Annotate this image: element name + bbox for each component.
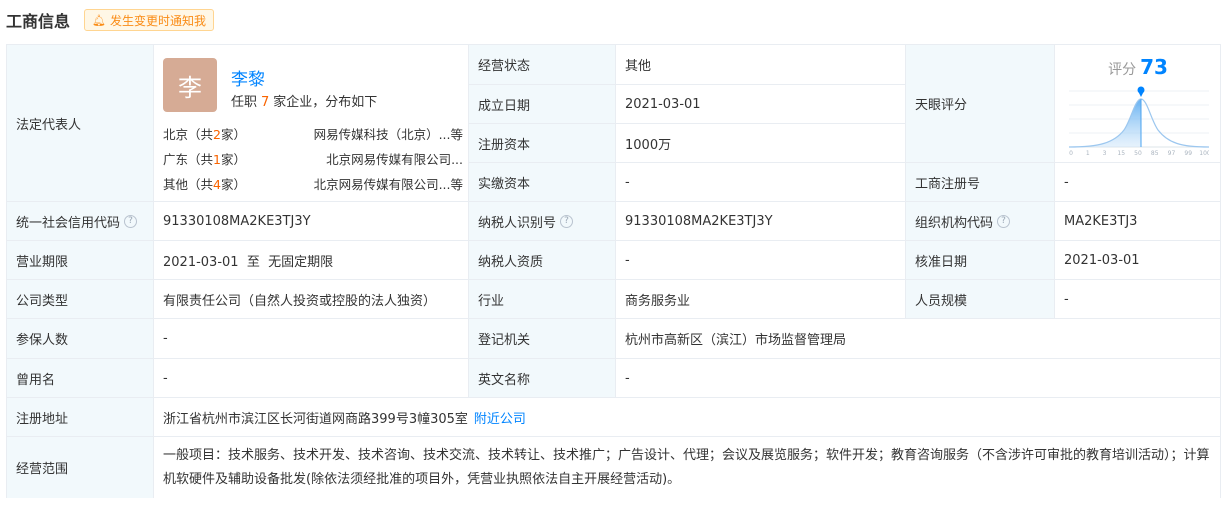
insured-label: 参保人数	[7, 319, 154, 359]
business-term-label: 营业期限	[7, 241, 154, 280]
scope-value: 一般项目：技术服务、技术开发、技术咨询、技术交流、技术转让、技术推广；广告设计、…	[154, 437, 1221, 498]
taxpayer-qual-value: -	[616, 241, 906, 280]
reg-no-label: 工商注册号	[906, 163, 1055, 202]
status-value: 其他	[616, 45, 906, 85]
taxpayer-qual-label: 纳税人资质	[469, 241, 616, 280]
section-header: 工商信息 🔔︎ 发生变更时通知我	[6, 8, 214, 32]
approval-date-label: 核准日期	[906, 241, 1055, 280]
former-name-value: -	[154, 359, 469, 398]
company-type-label: 公司类型	[7, 280, 154, 319]
score-tick-label: 99	[1184, 150, 1192, 157]
score-value: 73	[1140, 55, 1168, 79]
help-icon[interactable]: ?	[997, 214, 1011, 228]
notify-label: 发生变更时通知我	[109, 13, 206, 28]
legal-rep-panel: 李 李黎 任职 7 家企业，分布如下 北京（共2家） 网易传媒科技（北京）...等 …	[154, 45, 469, 202]
legal-rep-label: 法定代表人	[7, 45, 154, 202]
reg-capital-label: 注册资本	[469, 124, 616, 163]
bell-icon: 🔔︎	[92, 13, 106, 27]
english-name-value: -	[616, 359, 1221, 398]
staff-size-value: -	[1055, 280, 1221, 319]
nearby-companies-link[interactable]: 附近公司	[474, 408, 526, 427]
distribution-company[interactable]: 北京网易传媒有限公司...等	[283, 174, 463, 193]
taxpayer-id-label: 纳税人识别号?	[469, 202, 616, 241]
score-tick-label: 15	[1117, 150, 1125, 157]
score-tick-label: 85	[1151, 150, 1159, 157]
industry-value: 商务服务业	[616, 280, 906, 319]
score-tick-label: 1	[1086, 150, 1090, 157]
approval-date-value: 2021-03-01	[1055, 241, 1221, 280]
score-distribution-chart: 0 1 3 15 50 85 97 99 100	[1069, 86, 1209, 157]
score-area-fill	[1069, 99, 1141, 147]
distribution-row[interactable]: 其他（共4家） 北京网易传媒有限公司...等	[163, 174, 463, 192]
former-name-label: 曾用名	[7, 359, 154, 398]
positions-summary: 任职 7 家企业，分布如下	[231, 95, 378, 110]
taxpayer-id-value: 91330108MA2KE3TJ3Y	[616, 202, 906, 241]
industry-label: 行业	[469, 280, 616, 319]
reg-no-value: -	[1055, 163, 1221, 202]
address-cell: 浙江省杭州市滨江区长河街道网商路399号3幢305室 附近公司	[154, 398, 1221, 437]
distribution-company[interactable]: 北京网易传媒有限公司...	[283, 149, 463, 168]
found-date-value: 2021-03-01	[616, 85, 906, 124]
score-tick-label: 97	[1168, 150, 1176, 157]
status-label: 经营状态	[469, 45, 616, 85]
reg-authority-label: 登记机关	[469, 319, 616, 359]
scope-label: 经营范围	[7, 437, 154, 498]
org-code-value: MA2KE3TJ3	[1055, 202, 1221, 241]
english-name-label: 英文名称	[469, 359, 616, 398]
staff-size-label: 人员规模	[906, 280, 1055, 319]
credit-code-value: 91330108MA2KE3TJ3Y	[154, 202, 469, 241]
score-tick-label: 3	[1103, 150, 1107, 157]
section-title: 工商信息	[6, 12, 71, 31]
score-tick-label: 100	[1199, 150, 1209, 157]
insured-value: -	[154, 319, 469, 359]
reg-authority-value: 杭州市高新区（滨江）市场监督管理局	[616, 319, 1221, 359]
score-tick-label: 0	[1069, 150, 1073, 157]
paid-capital-label: 实缴资本	[469, 163, 616, 202]
tianyan-score-label: 天眼评分	[906, 45, 1055, 163]
distribution-company[interactable]: 网易传媒科技（北京）...等	[283, 124, 463, 143]
business-info-table: 法定代表人 李 李黎 任职 7 家企业，分布如下 北京（共2家） 网易传媒科技（北京…	[6, 44, 1221, 498]
score-tick-label: 50	[1134, 150, 1142, 157]
credit-code-label: 统一社会信用代码?	[7, 202, 154, 241]
distribution-row[interactable]: 北京（共2家） 网易传媒科技（北京）...等	[163, 124, 463, 142]
address-value: 浙江省杭州市滨江区长河街道网商路399号3幢305室	[163, 411, 468, 427]
score-label: 评分	[1108, 62, 1137, 78]
notify-change-button[interactable]: 🔔︎ 发生变更时通知我	[84, 9, 214, 31]
legal-rep-name-link[interactable]: 李黎	[231, 65, 265, 90]
positions-count: 7	[261, 95, 270, 110]
help-icon[interactable]: ?	[124, 214, 138, 228]
address-label: 注册地址	[7, 398, 154, 437]
org-code-label: 组织机构代码?	[906, 202, 1055, 241]
avatar[interactable]: 李	[163, 58, 217, 112]
paid-capital-value: -	[616, 163, 906, 202]
found-date-label: 成立日期	[469, 85, 616, 124]
help-icon[interactable]: ?	[560, 214, 574, 228]
company-type-value: 有限责任公司（自然人投资或控股的法人独资）	[154, 280, 469, 319]
tianyan-score-panel[interactable]: 评分 73 0 1 3 15 50 85 97 99 100	[1055, 45, 1221, 163]
distribution-row[interactable]: 广东（共1家） 北京网易传媒有限公司...	[163, 149, 463, 167]
business-term-value: 2021-03-01 至 无固定期限	[154, 241, 469, 280]
reg-capital-value: 1000万	[616, 124, 906, 163]
